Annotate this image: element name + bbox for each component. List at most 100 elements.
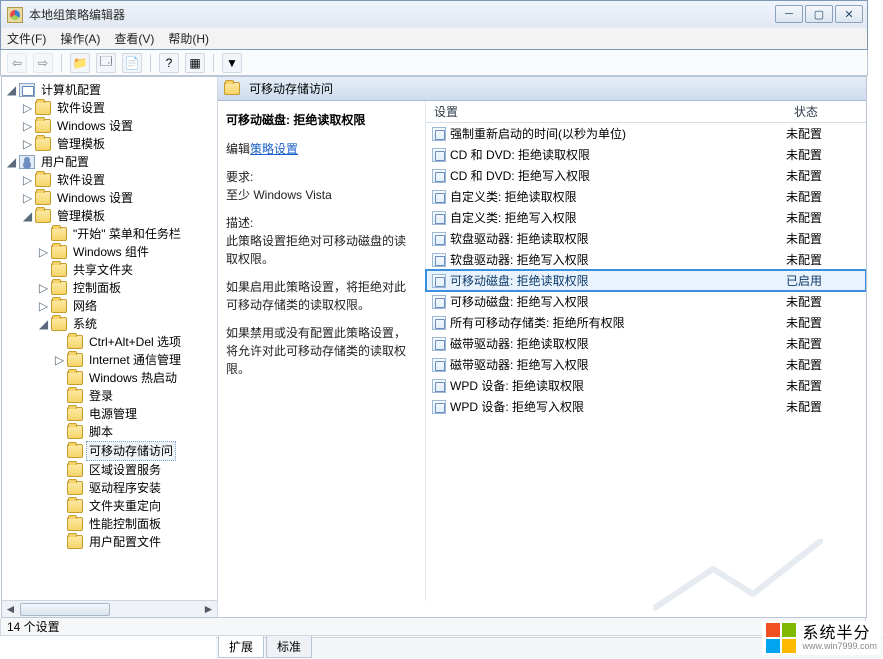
tree-admin-templates[interactable]: 管理模板 bbox=[54, 207, 108, 225]
show-hide-tree-button[interactable]: 🗔 bbox=[96, 53, 116, 73]
tree-item[interactable]: Windows 热启动 bbox=[86, 369, 180, 387]
policy-state: 未配置 bbox=[786, 146, 866, 163]
tree-computer-config[interactable]: 计算机配置 bbox=[38, 81, 104, 99]
policy-icon bbox=[432, 358, 446, 372]
policy-state: 未配置 bbox=[786, 230, 866, 247]
toolbar-sep bbox=[213, 54, 214, 72]
folder-icon bbox=[35, 137, 51, 151]
tree-horizontal-scrollbar[interactable]: ◄ ► bbox=[2, 600, 217, 617]
policy-row[interactable]: WPD 设备: 拒绝写入权限未配置 bbox=[426, 396, 866, 417]
menu-action[interactable]: 操作(A) bbox=[60, 30, 100, 47]
tree-item[interactable]: Ctrl+Alt+Del 选项 bbox=[86, 333, 184, 351]
tree-system[interactable]: 系统 bbox=[70, 315, 100, 333]
policy-state: 未配置 bbox=[786, 251, 866, 268]
policy-state: 未配置 bbox=[786, 293, 866, 310]
export-button[interactable]: ▦ bbox=[185, 53, 205, 73]
expand-icon[interactable]: ▷ bbox=[38, 297, 49, 315]
tree-item[interactable]: 网络 bbox=[70, 297, 100, 315]
expand-icon[interactable]: ▷ bbox=[22, 117, 33, 135]
expand-icon[interactable]: ▷ bbox=[54, 351, 65, 369]
scroll-left-icon[interactable]: ◄ bbox=[2, 601, 19, 618]
tree-item[interactable]: 软件设置 bbox=[54, 99, 108, 117]
tree-item[interactable]: 用户配置文件 bbox=[86, 533, 164, 551]
policy-row[interactable]: 强制重新启动的时间(以秒为单位)未配置 bbox=[426, 123, 866, 144]
scroll-right-icon[interactable]: ► bbox=[200, 601, 217, 618]
tree-item[interactable]: 控制面板 bbox=[70, 279, 124, 297]
folder-icon bbox=[224, 82, 240, 95]
policy-name: 软盘驱动器: 拒绝写入权限 bbox=[450, 251, 786, 268]
tree-item[interactable]: 管理模板 bbox=[54, 135, 108, 153]
policy-row[interactable]: 磁带驱动器: 拒绝写入权限未配置 bbox=[426, 354, 866, 375]
status-text: 14 个设置 bbox=[7, 618, 60, 635]
menu-file[interactable]: 文件(F) bbox=[7, 30, 46, 47]
expand-icon[interactable]: ◢ bbox=[6, 81, 17, 99]
policy-name: 强制重新启动的时间(以秒为单位) bbox=[450, 125, 786, 142]
policy-row[interactable]: 可移动磁盘: 拒绝读取权限已启用 bbox=[426, 270, 866, 291]
tree-item[interactable]: "开始" 菜单和任务栏 bbox=[70, 225, 184, 243]
scroll-thumb[interactable] bbox=[20, 603, 110, 616]
tree-item[interactable]: 共享文件夹 bbox=[70, 261, 136, 279]
tree-item[interactable]: Internet 通信管理 bbox=[86, 351, 184, 369]
close-button[interactable]: ✕ bbox=[835, 5, 863, 23]
nav-back-button[interactable]: ⇦ bbox=[7, 53, 27, 73]
menu-help[interactable]: 帮助(H) bbox=[168, 30, 209, 47]
policy-row[interactable]: 自定义类: 拒绝读取权限未配置 bbox=[426, 186, 866, 207]
expand-icon[interactable]: ▷ bbox=[22, 135, 33, 153]
tab-standard[interactable]: 标准 bbox=[266, 636, 312, 658]
edit-label: 编辑 bbox=[226, 142, 250, 156]
menu-view[interactable]: 查看(V) bbox=[114, 30, 154, 47]
policy-tree[interactable]: ◢ 计算机配置 ▷ 软件设置 ▷ Windows 设置 ▷ 管理模板 ◢ 用户配置 ▷ 软件… bbox=[2, 77, 217, 601]
expand-icon[interactable]: ▷ bbox=[38, 243, 49, 261]
tree-item[interactable]: 驱动程序安装 bbox=[86, 479, 164, 497]
help-button[interactable]: ? bbox=[159, 53, 179, 73]
policy-row[interactable]: 自定义类: 拒绝写入权限未配置 bbox=[426, 207, 866, 228]
client-area: ◢ 计算机配置 ▷ 软件设置 ▷ Windows 设置 ▷ 管理模板 ◢ 用户配置 ▷ 软件… bbox=[1, 76, 867, 618]
filter-button[interactable]: ▼ bbox=[222, 53, 242, 73]
tab-extended[interactable]: 扩展 bbox=[218, 636, 264, 658]
policy-row[interactable]: 可移动磁盘: 拒绝写入权限未配置 bbox=[426, 291, 866, 312]
expand-icon[interactable]: ◢ bbox=[38, 315, 49, 333]
expand-icon[interactable]: ▷ bbox=[22, 99, 33, 117]
expand-icon[interactable]: ▷ bbox=[38, 279, 49, 297]
tree-item[interactable]: 软件设置 bbox=[54, 171, 108, 189]
tree-item[interactable]: 登录 bbox=[86, 387, 116, 405]
policy-state: 已启用 bbox=[786, 272, 866, 289]
policy-row[interactable]: CD 和 DVD: 拒绝写入权限未配置 bbox=[426, 165, 866, 186]
tree-item[interactable]: Windows 组件 bbox=[70, 243, 152, 261]
policy-row[interactable]: 磁带驱动器: 拒绝读取权限未配置 bbox=[426, 333, 866, 354]
expand-icon[interactable]: ◢ bbox=[6, 153, 17, 171]
tree-item[interactable]: 电源管理 bbox=[86, 405, 140, 423]
tree-item[interactable]: 性能控制面板 bbox=[86, 515, 164, 533]
policy-row[interactable]: 软盘驱动器: 拒绝写入权限未配置 bbox=[426, 249, 866, 270]
tree-item[interactable]: 文件夹重定向 bbox=[86, 497, 164, 515]
tree-item[interactable]: Windows 设置 bbox=[54, 189, 136, 207]
col-setting[interactable]: 设置 bbox=[426, 103, 786, 120]
policy-row[interactable]: WPD 设备: 拒绝读取权限未配置 bbox=[426, 375, 866, 396]
maximize-button[interactable]: ▢ bbox=[805, 5, 833, 23]
policy-icon bbox=[432, 400, 446, 414]
expand-icon[interactable]: ▷ bbox=[22, 171, 33, 189]
minimize-button[interactable]: ─ bbox=[775, 5, 803, 23]
expand-icon[interactable]: ◢ bbox=[22, 207, 33, 225]
tree-item[interactable]: Windows 设置 bbox=[54, 117, 136, 135]
policy-row[interactable]: 软盘驱动器: 拒绝读取权限未配置 bbox=[426, 228, 866, 249]
policy-row[interactable]: CD 和 DVD: 拒绝读取权限未配置 bbox=[426, 144, 866, 165]
details-heading: 可移动存储访问 bbox=[249, 80, 333, 97]
tree-item[interactable]: 区域设置服务 bbox=[86, 461, 164, 479]
nav-forward-button[interactable]: ⇨ bbox=[33, 53, 53, 73]
policy-state: 未配置 bbox=[786, 125, 866, 142]
tree-user-config[interactable]: 用户配置 bbox=[38, 153, 92, 171]
up-level-button[interactable]: 📁 bbox=[70, 53, 90, 73]
tree-removable-storage[interactable]: 可移动存储访问 bbox=[86, 441, 176, 461]
expand-icon[interactable]: ▷ bbox=[22, 189, 33, 207]
edit-policy-link[interactable]: 策略设置 bbox=[250, 142, 298, 156]
properties-button[interactable]: 📄 bbox=[122, 53, 142, 73]
col-state[interactable]: 状态 bbox=[786, 103, 866, 120]
folder-icon bbox=[67, 335, 83, 349]
policy-name: CD 和 DVD: 拒绝读取权限 bbox=[450, 146, 786, 163]
tree-item[interactable]: 脚本 bbox=[86, 423, 116, 441]
policy-state: 未配置 bbox=[786, 314, 866, 331]
folder-icon bbox=[67, 407, 83, 421]
policy-icon bbox=[432, 274, 446, 288]
policy-row[interactable]: 所有可移动存储类: 拒绝所有权限未配置 bbox=[426, 312, 866, 333]
